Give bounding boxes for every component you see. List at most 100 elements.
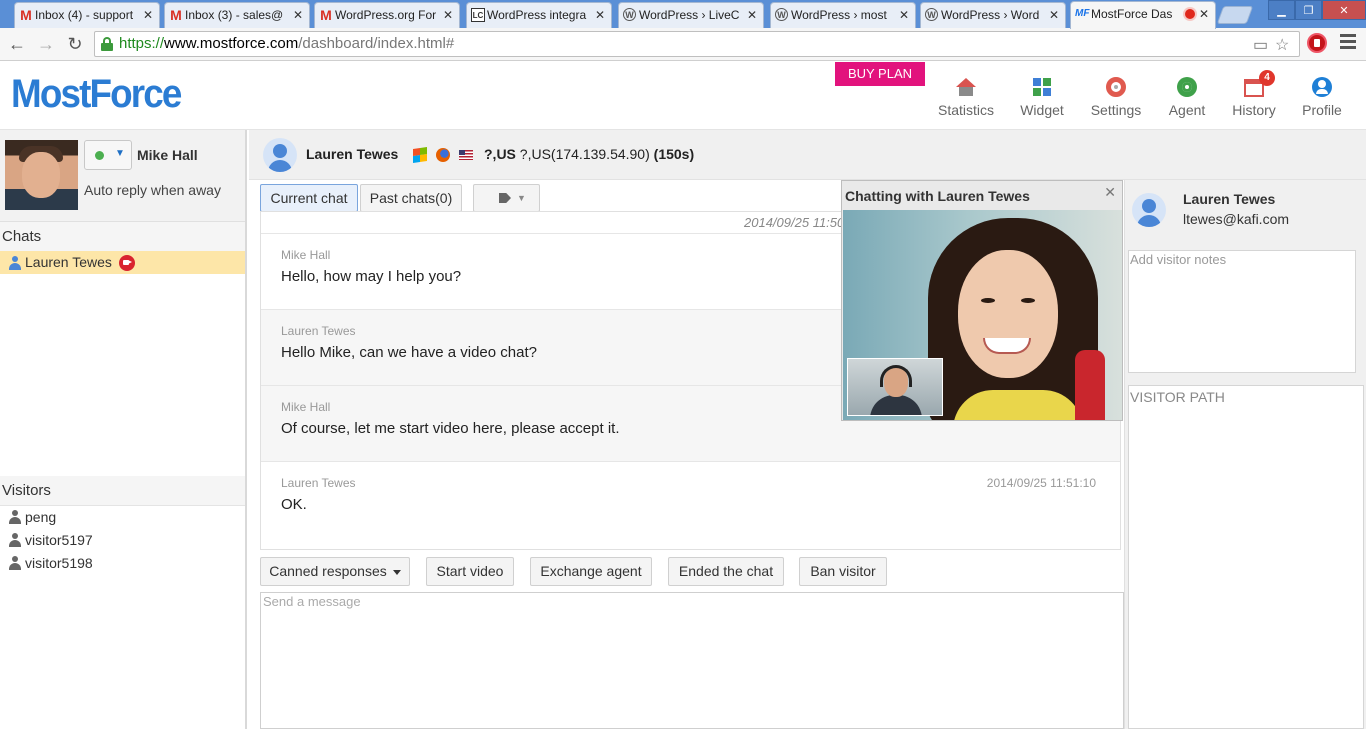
person-icon (9, 256, 21, 270)
history-count-badge: 4 (1259, 70, 1275, 86)
tab-title: WordPress.org For (335, 8, 437, 22)
chat-list-item[interactable]: Lauren Tewes (0, 251, 245, 274)
buy-plan-button[interactable]: BUY PLAN (835, 62, 925, 86)
message-author: Lauren Tewes (281, 324, 356, 338)
tab-title: MostForce Das (1091, 7, 1173, 21)
message-author: Lauren Tewes (281, 476, 356, 490)
visitor-list-item[interactable]: visitor5198 (0, 552, 245, 575)
ban-visitor-button[interactable]: Ban visitor (799, 557, 887, 586)
forward-arrow-icon[interactable]: → (34, 32, 58, 56)
end-chat-button[interactable]: Ended the chat (668, 557, 784, 586)
close-icon[interactable]: ✕ (1104, 184, 1116, 201)
nav-settings[interactable]: Settings (1088, 76, 1144, 118)
tab-title: Inbox (3) - sales@ (185, 8, 284, 22)
widget-icon (1016, 76, 1068, 98)
profile-icon (1298, 76, 1346, 98)
visitor-avatar (1132, 193, 1166, 227)
app-header: MostForce BUY PLAN Statistics Widget Set… (0, 62, 1366, 130)
start-video-button[interactable]: Start video (426, 557, 514, 586)
visitor-info-bar: Lauren Tewes ?,US ?,US(174.139.54.90) (1… (249, 130, 1366, 180)
nav-label: Agent (1168, 102, 1206, 118)
browser-tab[interactable]: LC WordPress integra ✕ (466, 2, 612, 28)
close-icon[interactable]: ✕ (143, 3, 153, 27)
message-author: Mike Hall (281, 400, 331, 414)
message-input[interactable] (260, 592, 1124, 729)
nav-agent[interactable]: Agent (1164, 76, 1210, 118)
back-arrow-icon[interactable]: ← (5, 32, 29, 56)
visitor-ip: ?,US(174.139.54.90) (519, 146, 650, 162)
visitor-details-panel: Lauren Tewes ltewes@kafi.com VISITOR PAT… (1124, 180, 1366, 729)
visitor-list-item[interactable]: peng (0, 506, 245, 529)
caret-down-icon (392, 569, 401, 575)
visitor-location: ?,US ?,US(174.139.54.90) (150s) (484, 146, 694, 162)
video-chat-window[interactable]: Chatting with Lauren Tewes ✕ (841, 180, 1123, 421)
video-camera-icon[interactable]: ▭ (1253, 35, 1268, 55)
status-dropdown[interactable]: ▼ (84, 140, 132, 170)
tab-past-chats[interactable]: Past chats(0) (360, 184, 462, 212)
message-text: Hello Mike, can we have a video chat? (281, 344, 537, 361)
tab-title: WordPress integra (487, 8, 587, 22)
nav-label: Profile (1302, 102, 1342, 118)
local-video-feed (847, 358, 943, 416)
tab-title: Inbox (4) - support (35, 8, 134, 22)
nav-widget[interactable]: Widget (1016, 76, 1068, 118)
nav-label: Settings (1090, 102, 1142, 118)
close-icon[interactable]: ✕ (747, 3, 757, 27)
mostforce-logo[interactable]: MostForce (11, 72, 182, 117)
settings-icon (1088, 76, 1144, 98)
tag-dropdown-button[interactable]: ▼ (473, 184, 540, 212)
nav-profile[interactable]: Profile (1298, 76, 1346, 118)
bookmark-star-icon[interactable]: ☆ (1275, 35, 1289, 55)
visitor-name: visitor5198 (25, 555, 93, 571)
browser-tab[interactable]: W WordPress › most ✕ (770, 2, 916, 28)
close-icon[interactable]: ✕ (1199, 2, 1209, 26)
message-author: Mike Hall (281, 248, 331, 262)
browser-tab[interactable]: W WordPress › LiveC ✕ (618, 2, 764, 28)
reload-icon[interactable]: ↻ (63, 32, 87, 56)
canned-responses-button[interactable]: Canned responses (260, 557, 410, 586)
visitor-list-item[interactable]: visitor5197 (0, 529, 245, 552)
visitors-section-title: Visitors (0, 476, 245, 506)
close-icon[interactable]: ✕ (1049, 3, 1059, 27)
wordpress-icon: W (623, 8, 636, 21)
wordpress-icon: W (775, 8, 788, 21)
browser-tab[interactable]: M WordPress.org For ✕ (314, 2, 460, 28)
exchange-agent-button[interactable]: Exchange agent (530, 557, 652, 586)
canned-responses-label: Canned responses (269, 563, 387, 579)
nav-statistics[interactable]: Statistics (936, 76, 996, 118)
address-bar[interactable]: https://www.mostforce.com/dashboard/inde… (94, 31, 1300, 57)
close-icon[interactable]: ✕ (899, 3, 909, 27)
browser-tab[interactable]: M Inbox (3) - sales@ ✕ (164, 2, 310, 28)
chats-section-title: Chats (0, 222, 245, 252)
browser-tab[interactable]: M Inbox (4) - support ✕ (14, 2, 160, 28)
stop-extension-icon[interactable] (1307, 33, 1327, 53)
tab-current-chat[interactable]: Current chat (260, 184, 358, 212)
new-tab-button[interactable] (1216, 6, 1254, 24)
close-icon[interactable]: ✕ (293, 3, 303, 27)
browser-tab-active[interactable]: MF MostForce Das ✕ (1070, 1, 1216, 29)
menu-icon[interactable] (1340, 34, 1356, 50)
caret-down-icon: ▼ (517, 193, 526, 203)
maximize-button[interactable]: ❐ (1295, 0, 1322, 20)
window-close-button[interactable]: ✕ (1322, 0, 1366, 20)
message-text: Hello, how may I help you? (281, 268, 462, 285)
auto-reply-link[interactable]: Auto reply when away (84, 182, 221, 198)
url-text: https://www.mostforce.com/dashboard/inde… (119, 35, 455, 52)
close-icon[interactable]: ✕ (443, 3, 453, 27)
visitor-notes-input[interactable] (1128, 250, 1356, 373)
visitor-path-title: VISITOR PATH (1130, 389, 1225, 405)
video-window-title: Chatting with Lauren Tewes (845, 188, 1030, 204)
browser-tab[interactable]: W WordPress › Word ✕ (920, 2, 1066, 28)
gmail-icon: M (20, 7, 32, 23)
nav-label: Widget (1020, 102, 1064, 118)
visitor-name: visitor5197 (25, 532, 93, 548)
agent-name: Mike Hall (137, 147, 198, 163)
left-sidebar: ▼ Mike Hall Auto reply when away Chats L… (0, 130, 247, 729)
close-icon[interactable]: ✕ (595, 3, 605, 27)
message-text: OK. (281, 496, 307, 513)
minimize-button[interactable]: ▁ (1268, 0, 1295, 20)
tab-title: WordPress › LiveC (639, 8, 740, 22)
remote-video-feed (843, 210, 1122, 420)
browser-tab-strip: M Inbox (4) - support ✕ M Inbox (3) - sa… (0, 0, 1366, 29)
tab-title: WordPress › Word (941, 8, 1040, 22)
